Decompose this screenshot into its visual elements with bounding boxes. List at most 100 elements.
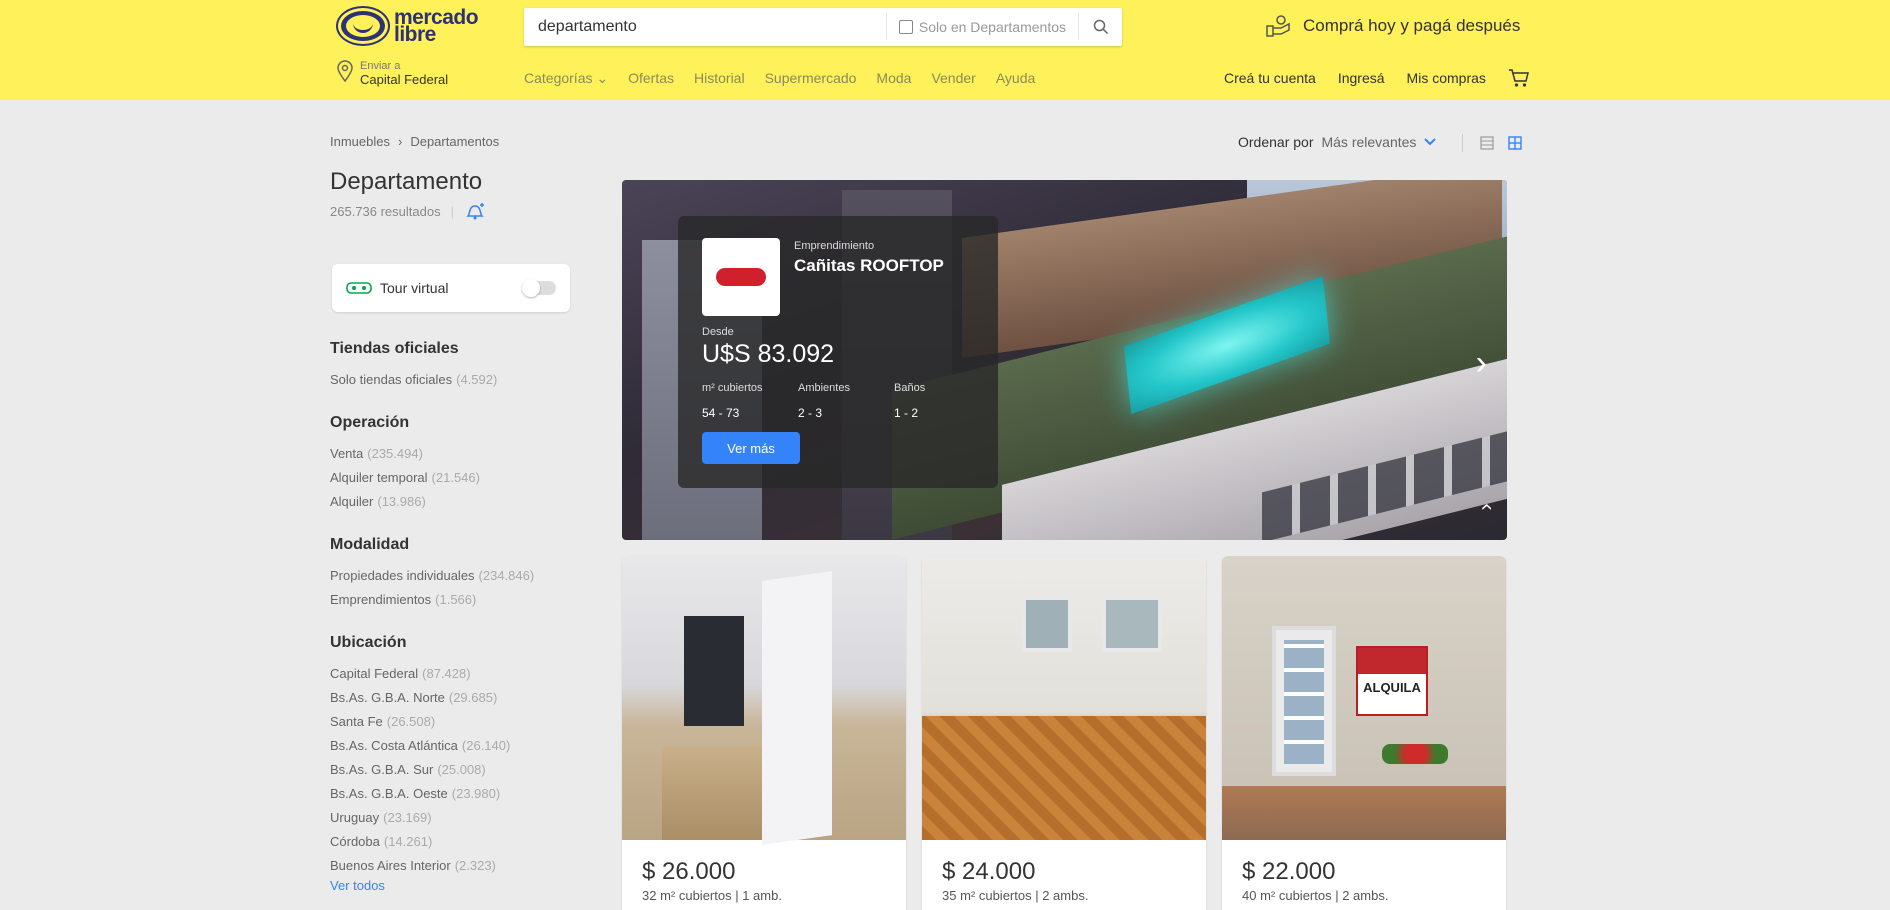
filter-option[interactable]: Uruguay (23.169) (330, 806, 580, 830)
virtual-tour-filter[interactable]: Tour virtual (332, 264, 570, 312)
stat-rooms: Ambientes 2 - 3 (798, 382, 850, 420)
bell-alert-icon[interactable] (464, 202, 486, 220)
listing-details: 40 m² cubiertos | 2 ambs. (1242, 888, 1389, 903)
photo-door-glass (1284, 640, 1324, 764)
filter-group-operacion: Operación Venta (235.494) Alquiler tempor… (330, 414, 580, 514)
development-price: U$S 83.092 (702, 340, 835, 368)
breadcrumb-inmuebles[interactable]: Inmuebles (330, 134, 390, 149)
checkbox-box[interactable] (898, 20, 913, 34)
view-toggle (1462, 134, 1523, 152)
create-account-link[interactable]: Creá tu cuenta (1224, 70, 1316, 86)
login-link[interactable]: Ingresá (1338, 70, 1385, 86)
nav-ofertas[interactable]: Ofertas (628, 70, 674, 87)
location-pin-icon (337, 60, 353, 82)
listing-photo (922, 556, 1206, 840)
sort-value[interactable]: Más relevantes (1321, 134, 1416, 150)
photo-step (1222, 786, 1506, 840)
filter-group-modalidad: Modalidad Propiedades individuales (234.8… (330, 536, 580, 612)
filter-option[interactable]: Santa Fe (26.508) (330, 710, 580, 734)
sort-label: Ordenar por (1238, 134, 1314, 150)
filter-option[interactable]: Bs.As. G.B.A. Norte (29.685) (330, 686, 580, 710)
listing-card[interactable]: $ 24.000 35 m² cubiertos | 2 ambs. (922, 556, 1206, 910)
nav-historial[interactable]: Historial (694, 70, 745, 87)
filter-title: Modalidad (330, 536, 410, 553)
promo-banner[interactable]: Comprá hoy y pagá después (1265, 14, 1520, 38)
results-row: 265.736 resultados | (330, 202, 580, 220)
breadcrumb-departamentos[interactable]: Departamentos (410, 134, 499, 149)
search-input[interactable]: departamento (524, 18, 886, 36)
cart-icon[interactable] (1508, 68, 1530, 88)
see-more-button[interactable]: Ver más (702, 432, 800, 464)
page-title: Departamento (330, 168, 483, 195)
nav-ayuda[interactable]: Ayuda (996, 70, 1035, 87)
search-button[interactable] (1078, 14, 1122, 40)
hand-coin-icon (1266, 15, 1290, 37)
photo-floor (662, 746, 762, 840)
see-all-link[interactable]: Ver todos (330, 878, 580, 893)
promo-text: Comprá hoy y pagá después (1303, 16, 1521, 35)
filter-option[interactable]: Bs.As. G.B.A. Sur (25.008) (330, 758, 580, 782)
mercadolibre-logo[interactable]: mercado libre (338, 6, 486, 46)
logo-text: mercado libre (394, 6, 479, 46)
filter-option[interactable]: Propiedades individuales (234.846) (330, 564, 580, 588)
listing-card[interactable]: $ 26.000 32 m² cubiertos | 1 amb. (622, 556, 906, 910)
listing-card[interactable]: ALQUILA $ 22.000 40 m² cubiertos | 2 amb… (1222, 556, 1506, 910)
development-type: Emprendimiento (794, 240, 875, 252)
delivery-location[interactable]: Enviar a Capital Federal (336, 60, 448, 88)
stat-area: m² cubiertos 54 - 73 (702, 382, 763, 420)
photo-floor (922, 716, 1206, 840)
listing-price: $ 26.000 (642, 858, 736, 885)
main-nav: Categorías ⌄ Ofertas Historial Supermerc… (524, 70, 1035, 87)
chevron-right-icon[interactable]: › (1476, 344, 1487, 383)
top-header: mercado libre departamento Solo en Depar… (0, 0, 1890, 100)
nav-vender[interactable]: Vender (931, 70, 975, 87)
filter-option[interactable]: Córdoba (14.261) (330, 830, 580, 854)
photo-door (684, 616, 744, 726)
rent-sign: ALQUILA (1356, 646, 1428, 716)
my-purchases-link[interactable]: Mis compras (1407, 70, 1486, 86)
list-view-icon[interactable] (1479, 135, 1495, 151)
chevron-down-icon (1424, 138, 1437, 146)
breadcrumb: Inmuebles › Departamentos (330, 134, 499, 149)
filter-title: Tiendas oficiales (330, 340, 459, 357)
listing-details: 32 m² cubiertos | 1 amb. (642, 888, 782, 903)
development-name: Cañitas ROOFTOP (794, 256, 944, 275)
search-bar: departamento Solo en Departamentos (524, 8, 1122, 46)
price-from-label: Desde (702, 326, 734, 338)
virtual-tour-toggle[interactable] (522, 279, 556, 297)
development-stats: m² cubiertos 54 - 73 Ambientes 2 - 3 Bañ… (702, 382, 990, 420)
filter-title: Ubicación (330, 634, 407, 651)
listing-photo: ALQUILA (1222, 556, 1506, 840)
handshake-logo-icon (338, 8, 388, 44)
category-filter-label: Solo en Departamentos (918, 19, 1066, 35)
filter-option[interactable]: Bs.As. Costa Atlántica (26.140) (330, 734, 580, 758)
filter-option[interactable]: Buenos Aires Interior (2.323) (330, 854, 580, 878)
filter-option[interactable]: Alquiler (13.986) (330, 490, 580, 514)
filter-option[interactable]: Bs.As. G.B.A. Oeste (23.980) (330, 782, 580, 806)
filter-group-tiendas: Tiendas oficiales Solo tiendas oficiales… (330, 340, 580, 392)
listing-price: $ 22.000 (1242, 858, 1336, 885)
stat-bathrooms: Baños 1 - 2 (894, 382, 926, 420)
featured-development-banner[interactable]: Emprendimiento Cañitas ROOFTOP Desde U$S… (622, 180, 1507, 540)
category-filter-checkbox[interactable]: Solo en Departamentos (885, 14, 1078, 40)
filter-option[interactable]: Emprendimientos (1.566) (330, 588, 580, 612)
nav-moda[interactable]: Moda (876, 70, 911, 87)
nav-categorias[interactable]: Categorías ⌄ (524, 70, 608, 87)
divider (1462, 134, 1463, 152)
nav-supermercado[interactable]: Supermercado (765, 70, 857, 87)
location-label: Enviar a (360, 60, 401, 72)
listing-price: $ 24.000 (942, 858, 1036, 885)
grid-view-icon[interactable] (1507, 135, 1523, 151)
filter-option[interactable]: Alquiler temporal (21.546) (330, 466, 580, 490)
filter-option[interactable]: Venta (235.494) (330, 442, 580, 466)
results-count: 265.736 resultados (330, 203, 441, 219)
sort-control[interactable]: Ordenar por Más relevantes (1238, 134, 1437, 150)
photo-window (1102, 596, 1162, 652)
filter-option[interactable]: Capital Federal (87.428) (330, 662, 580, 686)
listing-photo (622, 556, 906, 845)
developer-logo (702, 238, 780, 316)
chevron-up-icon[interactable]: › (1472, 503, 1498, 510)
search-icon (1093, 19, 1108, 35)
filter-groups: Tiendas oficiales Solo tiendas oficiales… (330, 340, 580, 910)
filter-option[interactable]: Solo tiendas oficiales (4.592) (330, 368, 580, 392)
